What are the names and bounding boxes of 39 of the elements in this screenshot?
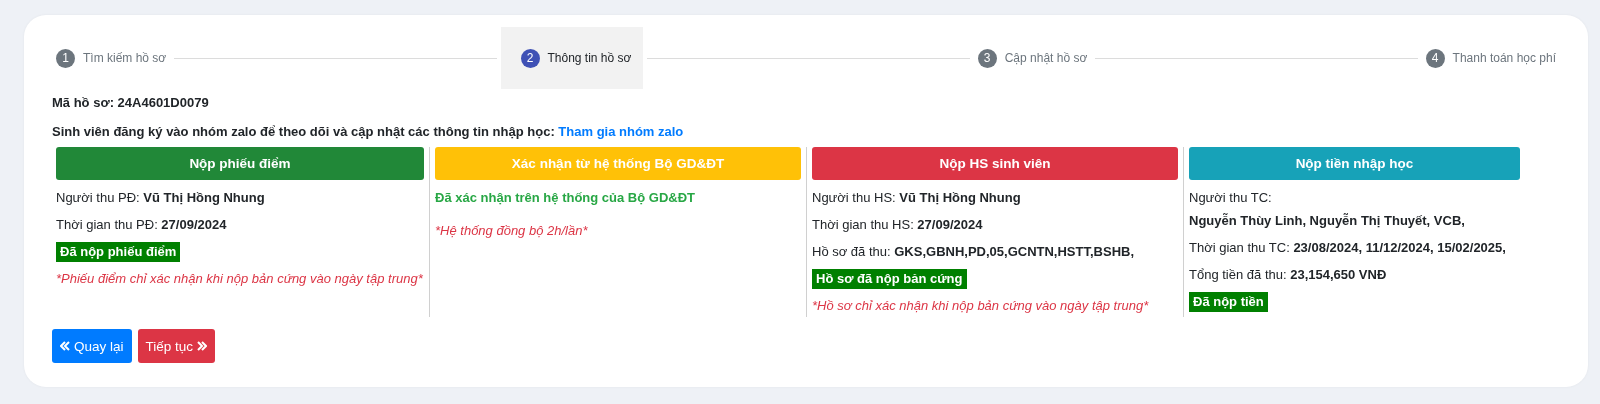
zalo-instruction: Sinh viên đăng ký vào nhóm zalo để theo dõi và cập nhật các thông tin nhập học: [52, 124, 556, 139]
field-text: Thời gian thu PĐ: 27/09/2024 [56, 216, 228, 234]
field-text: Thời gian thu TC: 23/08/2024, 11/12/2024, 15/02/2025, [1189, 239, 1507, 257]
step-label: Cập nhật hồ sơ [1004, 51, 1088, 65]
step-number: 3 [977, 48, 997, 68]
step-number: 1 [56, 48, 75, 68]
field-text: Người thu PĐ: Vũ Thị Hồng Nhung [56, 189, 266, 207]
step-tab[interactable]: 1 Tìm kiếm hồ sơ [52, 27, 171, 89]
section-header: Nộp HS sinh viên [812, 147, 1178, 180]
status-label: Hồ sơ đã nộp bản cứng [812, 269, 967, 289]
field-text: Thời gian thu HS: 27/09/2024 [812, 216, 984, 234]
step-tab[interactable]: 4 Thanh toán học phí [1421, 27, 1560, 89]
back-button[interactable]: Quay lại [52, 329, 132, 363]
zalo-group-link[interactable]: Tham gia nhóm zalo [558, 124, 684, 139]
note-text: *Hệ thống đồng bộ 2h/lần* [435, 222, 589, 240]
note-text: *Hồ sơ chỉ xác nhận khi nộp bản cứng vào ngày tập trung* [812, 297, 1150, 315]
double-chevron-right-icon [197, 341, 208, 351]
double-chevron-left-icon [60, 341, 70, 351]
field-text: Hồ sơ đã thu: GKS,GBNH,PD,05,GCNTN,HSTT,BSHB, [812, 243, 1136, 261]
record-code: Mã hồ sơ: 24A4601D0079 [52, 95, 210, 110]
status-label: Đã nộp phiếu điểm [56, 242, 181, 262]
section-header: Xác nhận từ hệ thống Bộ GD&ĐT [435, 147, 801, 180]
section-header: Nộp tiền nhập học [1189, 147, 1520, 180]
step-label: Thanh toán học phí [1452, 51, 1556, 65]
step-number: 4 [1425, 48, 1445, 68]
step-label: Thông tin hồ sơ [547, 51, 632, 65]
step-label: Tìm kiếm hồ sơ [83, 51, 167, 65]
step-tab[interactable]: 2 Thông tin hồ sơ [500, 27, 644, 89]
field-text: Người thu HS: Vũ Thị Hồng Nhung [812, 189, 1022, 207]
field-text: Tổng tiền đã thu: 23,154,650 VNĐ [1189, 266, 1388, 284]
note-text: *Phiếu điểm chỉ xác nhận khi nộp bản cứng vào ngày tập trung* [56, 270, 424, 288]
section-header: Nộp phiếu điểm [56, 147, 424, 180]
step-number: 2 [520, 48, 540, 68]
next-button[interactable]: Tiếp tục [137, 329, 216, 363]
step-tab[interactable]: 3 Cập nhật hồ sơ [973, 27, 1092, 89]
field-label: Người thu TC: [1189, 189, 1273, 207]
status-label: Đã nộp tiền [1189, 292, 1268, 312]
confirmation-text: Đã xác nhận trên hệ thống của Bộ GD&ĐT [435, 189, 697, 207]
field-value: Nguyễn Thùy Linh, Nguyễn Thị Thuyết, VCB, [1189, 212, 1466, 230]
